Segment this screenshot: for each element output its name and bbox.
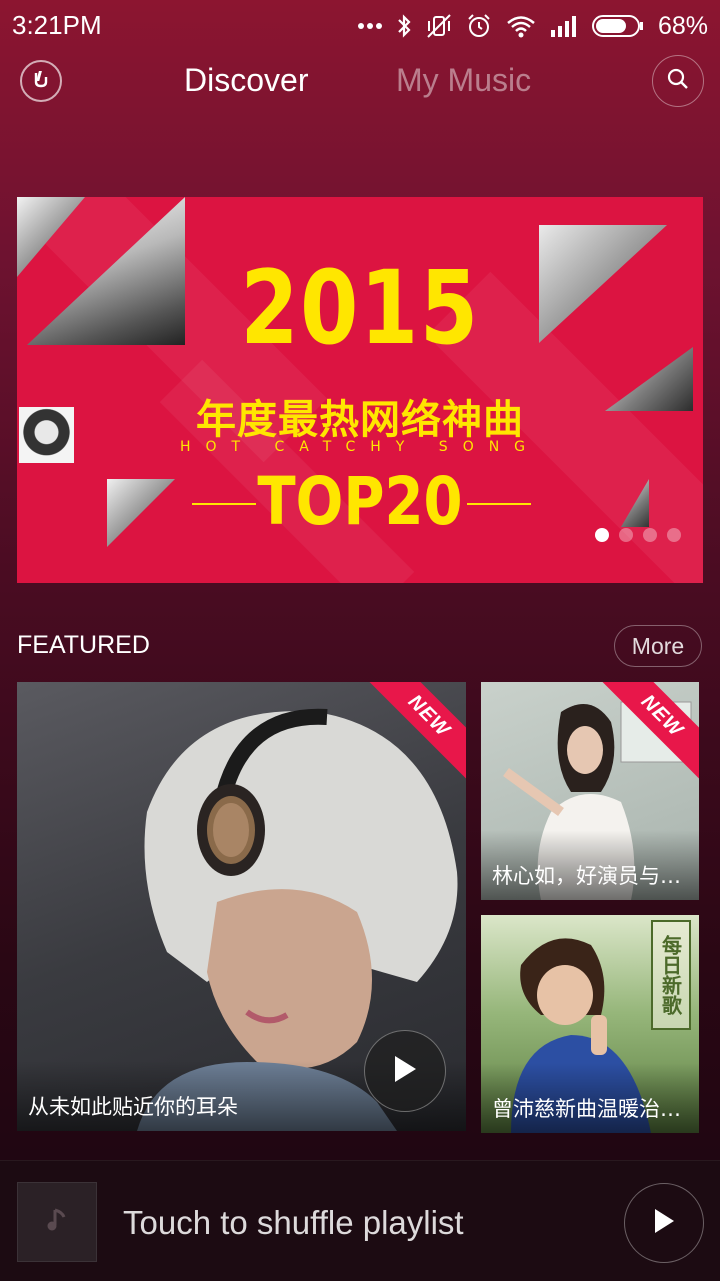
play-icon [652,1207,676,1240]
signal-icon [550,14,578,38]
status-time: 3:21PM [12,10,102,40]
vibrate-off-icon [426,13,452,39]
daily-new-songs-sign: 每日新歌 [651,920,691,1030]
featured-card-caption: 曾沛慈新曲温暖治… [481,1063,699,1133]
featured-card-main[interactable]: NEW 从未如此贴近你的耳朵 [17,682,466,1131]
player-play-button[interactable] [624,1183,704,1263]
banner-divider-right [467,503,531,505]
tab-discover[interactable]: Discover [184,62,308,99]
shuffle-playlist-text[interactable]: Touch to shuffle playlist [123,1204,464,1242]
banner-subtitle: HOT CATCHY SONG [179,439,541,455]
status-icons: 68% [357,10,708,42]
album-art-placeholder [17,1182,97,1262]
play-icon [392,1054,418,1089]
search-button[interactable] [652,55,704,107]
battery-percent: 68% [657,11,708,40]
tab-my-music[interactable]: My Music [396,62,531,99]
featured-card[interactable]: NEW 林心如，好演员与… [481,682,699,900]
carousel-dot[interactable] [595,528,609,542]
search-icon [667,68,689,95]
app-logo-button[interactable] [20,60,62,102]
daily-new-songs-text: 每日新歌 [658,935,683,1015]
more-button[interactable]: More [614,625,702,667]
banner-year: 2015 [240,249,480,368]
carousel-dot[interactable] [667,528,681,542]
more-dots-icon [357,22,382,30]
battery-icon [591,14,644,38]
bluetooth-icon [396,14,412,38]
play-button[interactable] [364,1030,446,1112]
app-logo-icon [29,67,53,96]
carousel-indicator [595,528,681,542]
banner-title: 年度最热网络神曲 [196,397,524,443]
featured-card-caption: 林心如，好演员与… [481,830,699,900]
banner-rank: TOP20 [257,463,463,540]
music-note-icon [46,1207,68,1238]
mini-player[interactable]: Touch to shuffle playlist [0,1160,720,1281]
wifi-icon [506,14,536,38]
carousel-dot[interactable] [643,528,657,542]
featured-card[interactable]: 每日新歌 曾沛慈新曲温暖治… [481,915,699,1133]
carousel-dot[interactable] [619,528,633,542]
status-bar: 3:21PM 68% [0,0,720,52]
banner-carousel[interactable]: 2015 年度最热网络神曲 HOT CATCHY SONG TOP20 [17,197,703,583]
alarm-icon [466,13,492,39]
featured-heading: FEATURED [17,631,150,659]
